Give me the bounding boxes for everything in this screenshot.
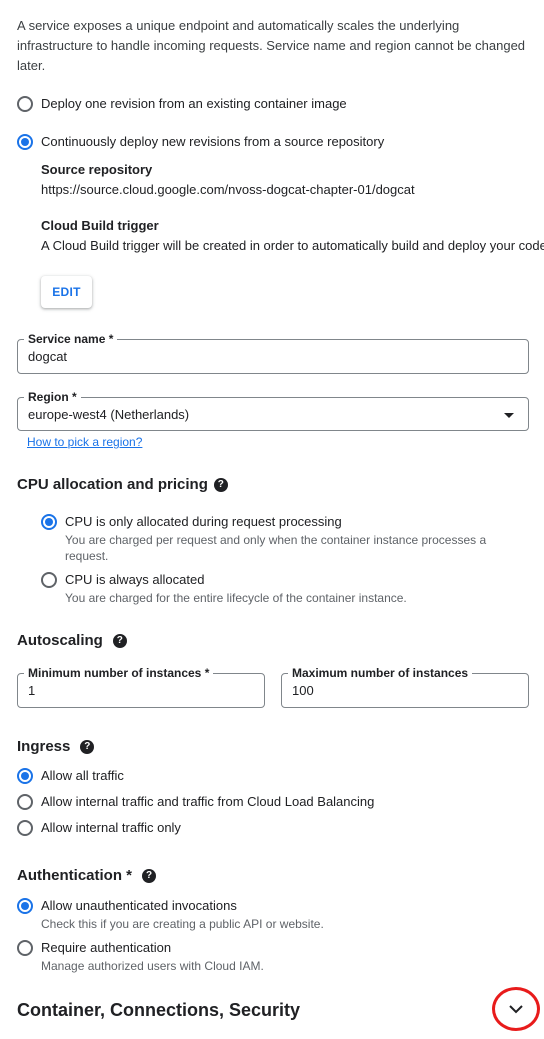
help-icon[interactable]: ? bbox=[112, 633, 127, 648]
auth-unauth-radio[interactable] bbox=[17, 898, 33, 914]
auth-require-desc: Manage authorized users with Cloud IAM. bbox=[41, 959, 264, 973]
intro-text: A service exposes a unique endpoint and … bbox=[17, 18, 526, 73]
trigger-text: A Cloud Build trigger will be created in… bbox=[41, 238, 544, 253]
service-name-input[interactable]: dogcat bbox=[28, 340, 67, 373]
region-help-link[interactable]: How to pick a region? bbox=[27, 435, 142, 449]
help-icon[interactable]: ? bbox=[213, 477, 228, 492]
max-instances-input[interactable]: 100 bbox=[292, 674, 314, 707]
cpu-always-desc: You are charged for the entire lifecycle… bbox=[65, 591, 407, 605]
ingress-internal-label[interactable]: Allow internal traffic only bbox=[41, 820, 181, 835]
edit-button[interactable]: EDIT bbox=[41, 276, 92, 308]
ingress-internal-lb-label[interactable]: Allow internal traffic and traffic from … bbox=[41, 794, 374, 809]
expand-section-button[interactable] bbox=[492, 987, 540, 1031]
help-icon[interactable]: ? bbox=[142, 868, 156, 883]
chevron-down-icon bbox=[509, 1005, 523, 1014]
source-repo-url: https://source.cloud.google.com/nvoss-do… bbox=[41, 182, 415, 197]
cpu-request-radio[interactable] bbox=[41, 514, 57, 530]
cpu-heading: CPU allocation and pricing ? bbox=[17, 476, 228, 493]
auth-unauth-label[interactable]: Allow unauthenticated invocations bbox=[41, 898, 237, 913]
max-instances-field[interactable]: Maximum number of instances 100 bbox=[281, 665, 529, 708]
deploy-source-radio[interactable] bbox=[17, 134, 33, 150]
region-value: europe-west4 (Netherlands) bbox=[28, 406, 190, 422]
cpu-heading-text: CPU allocation and pricing bbox=[17, 476, 208, 493]
autoscaling-heading: Autoscaling ? bbox=[17, 632, 127, 649]
min-instances-input[interactable]: 1 bbox=[28, 674, 35, 707]
ingress-internal-lb-radio[interactable] bbox=[17, 794, 33, 810]
cpu-always-label[interactable]: CPU is always allocated bbox=[65, 572, 204, 587]
ingress-heading-text: Ingress bbox=[17, 738, 71, 755]
deploy-existing-radio[interactable] bbox=[17, 96, 33, 112]
cpu-request-label[interactable]: CPU is only allocated during request pro… bbox=[65, 514, 342, 529]
auth-require-label[interactable]: Require authentication bbox=[41, 940, 171, 955]
ingress-internal-radio[interactable] bbox=[17, 820, 33, 836]
ingress-heading: Ingress ? bbox=[17, 738, 95, 755]
cpu-request-desc: You are charged per request and only whe… bbox=[65, 533, 487, 563]
source-repo-label: Source repository bbox=[41, 162, 153, 177]
auth-require-radio[interactable] bbox=[17, 940, 33, 956]
ingress-all-label[interactable]: Allow all traffic bbox=[41, 768, 124, 783]
min-instances-field[interactable]: Minimum number of instances * 1 bbox=[17, 665, 265, 708]
cpu-always-radio[interactable] bbox=[41, 572, 57, 588]
advanced-section-title[interactable]: Container, Connections, Security bbox=[17, 1000, 300, 1021]
deploy-source-label[interactable]: Continuously deploy new revisions from a… bbox=[41, 134, 384, 149]
auth-unauth-desc: Check this if you are creating a public … bbox=[41, 917, 324, 931]
min-instances-label: Minimum number of instances * bbox=[24, 665, 214, 681]
auth-heading-text: Authentication * bbox=[17, 867, 132, 884]
autoscaling-heading-text: Autoscaling bbox=[17, 632, 103, 649]
help-icon[interactable]: ? bbox=[80, 739, 95, 754]
dropdown-arrow-icon bbox=[504, 413, 514, 418]
trigger-label: Cloud Build trigger bbox=[41, 218, 159, 233]
service-name-field[interactable]: Service name * dogcat bbox=[17, 331, 529, 374]
deploy-existing-label[interactable]: Deploy one revision from an existing con… bbox=[41, 96, 347, 111]
auth-heading: Authentication * ? bbox=[17, 867, 156, 884]
ingress-all-radio[interactable] bbox=[17, 768, 33, 784]
max-instances-label: Maximum number of instances bbox=[288, 665, 473, 681]
region-select[interactable]: Region * europe-west4 (Netherlands) bbox=[17, 389, 529, 431]
